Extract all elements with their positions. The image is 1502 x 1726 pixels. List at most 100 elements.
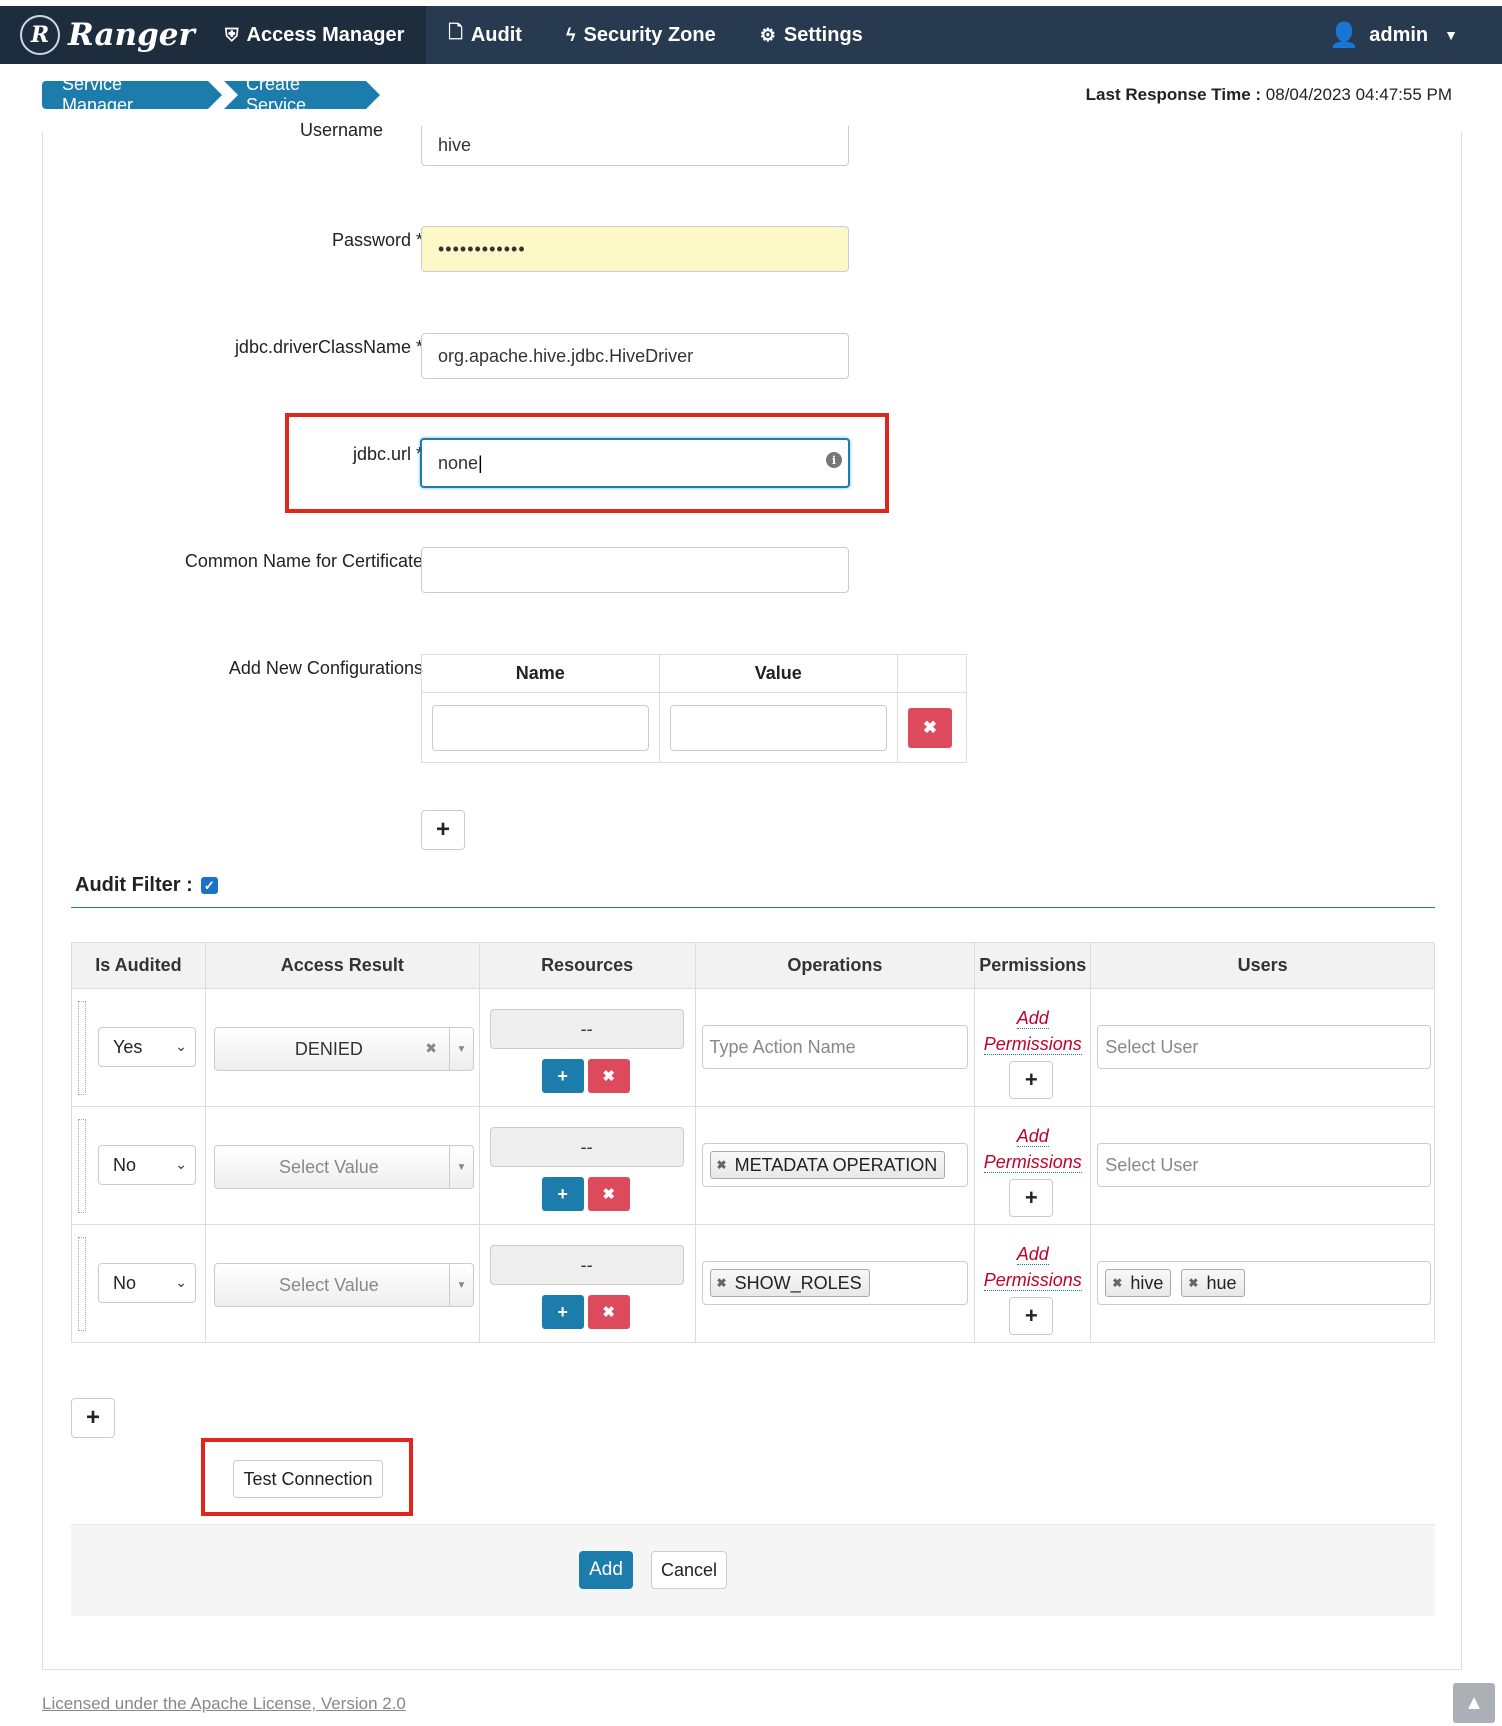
remove-resource-button[interactable]: ✖ [587,1295,630,1329]
add-permissions-link[interactable]: Add Permissions [975,1241,1090,1293]
add-audit-filter-button[interactable]: + [71,1398,115,1438]
info-icon[interactable]: i [826,452,842,468]
users-input[interactable]: Select User [1097,1143,1432,1187]
tag-remove-icon[interactable]: ✖ [1188,1276,1198,1290]
drag-handle[interactable] [78,1237,86,1331]
access-result-select[interactable]: Select Value ▼ [213,1263,474,1307]
is-audited-select[interactable]: No ⌄ [98,1263,196,1303]
add-permission-button[interactable]: + [1009,1061,1054,1099]
users-input[interactable]: Select User [1097,1025,1432,1069]
is-audited-select[interactable]: No ⌄ [98,1145,196,1185]
audit-filter-divider [71,907,1435,908]
drag-handle[interactable] [78,1001,86,1095]
common-name-input[interactable] [421,547,849,593]
remove-resource-button[interactable]: ✖ [587,1059,630,1093]
audit-filter-checkbox[interactable]: ✓ [200,877,218,894]
col-users: Users [1090,942,1435,989]
is-audited-cell: No ⌄ [71,1224,206,1343]
new-config-col-value: Value [658,654,898,693]
clear-icon[interactable]: ✖ [425,1040,437,1057]
top-navbar: R Ranger ⛨ Access Manager 🗋 Audit ϟ Secu… [0,6,1502,64]
add-permissions-link[interactable]: Add Permissions [975,1005,1090,1057]
nav-access-manager[interactable]: ⛨ Access Manager [203,6,427,64]
username-input[interactable]: hive [421,126,849,166]
brand-name: Ranger [68,17,195,53]
nav-settings-label: Settings [783,23,863,46]
cancel-button[interactable]: Cancel [651,1551,727,1589]
new-config-action-cell: ✖ [897,692,967,763]
new-config-value-input[interactable] [669,704,887,751]
access-result-select[interactable]: Select Value ▼ [213,1145,474,1189]
jdbc-url-value: none [438,452,479,473]
add-resource-button[interactable]: + [541,1295,584,1329]
add-resource-button[interactable]: + [541,1177,584,1211]
add-permission-button[interactable]: + [1009,1297,1054,1335]
resources-cell: -- + ✖ [478,988,696,1107]
is-audited-cell: No ⌄ [71,1106,206,1225]
add-permission-button[interactable]: + [1009,1179,1054,1217]
is-audited-select[interactable]: Yes ⌄ [98,1027,196,1067]
jdbc-driver-input[interactable]: org.apache.hive.jdbc.HiveDriver [421,333,849,379]
nav-security-zone[interactable]: ϟ Security Zone [544,6,738,64]
brand[interactable]: R Ranger [0,6,203,64]
drag-handle[interactable] [78,1119,86,1213]
user-menu[interactable]: 👤 admin ▼ [1329,21,1502,50]
nav-access-manager-label: Access Manager [246,23,405,46]
operations-input[interactable]: ✖ SHOW_ROLES [701,1261,968,1305]
nav-audit-label: Audit [470,23,522,46]
resource-box[interactable]: -- [489,1127,684,1167]
test-connection-button[interactable]: Test Connection [233,1460,383,1498]
users-input[interactable]: ✖ hive ✖ hue [1097,1261,1432,1305]
new-config-col-action [897,654,967,693]
breadcrumb-create-service[interactable]: Create Service [224,74,380,115]
users-cell: Select User [1090,988,1435,1107]
users-cell: Select User [1090,1106,1435,1225]
resources-cell: -- + ✖ [478,1106,696,1225]
remove-config-button[interactable]: ✖ [908,707,952,748]
tag-remove-icon[interactable]: ✖ [717,1158,727,1172]
operations-cell: Type Action Name [694,988,976,1107]
user-tag-label: hue [1206,1272,1237,1293]
tag-remove-icon[interactable]: ✖ [717,1276,727,1290]
access-result-cell: Select Value ▼ [204,1224,480,1343]
file-icon: 🗋 [448,22,463,42]
access-result-cell: Select Value ▼ [204,1106,480,1225]
breadcrumb-service-manager[interactable]: Service Manager [42,74,222,115]
new-config-name-input[interactable] [432,704,649,751]
table-row: No ⌄ Select Value ▼ -- + ✖ ✖ METADATA OPERA… [71,1106,1435,1225]
tag-remove-icon[interactable]: ✖ [1112,1276,1122,1290]
users-cell: ✖ hive ✖ hue [1090,1224,1435,1343]
jdbc-driver-label: jdbc.driverClassName * [234,337,423,357]
add-permissions-link[interactable]: Add Permissions [975,1123,1090,1175]
access-result-select[interactable]: DENIED ✖ ▼ [213,1027,474,1071]
license-link[interactable]: Licensed under the Apache License, Versi… [42,1694,406,1714]
nav-settings[interactable]: ⚙ Settings [738,6,885,64]
add-config-button[interactable]: + [421,810,465,850]
chevron-down-icon: ⌄ [175,1274,187,1290]
password-label: Password * [331,230,423,250]
last-response-time: Last Response Time : 08/04/2023 04:47:55… [1086,85,1452,105]
remove-resource-button[interactable]: ✖ [587,1177,630,1211]
username-label: Username [203,120,383,142]
audit-filter-title-text: Audit Filter : [75,874,193,896]
access-result-value: Select Value [279,1274,379,1295]
audit-filter-table: Is Audited Access Result Resources Opera… [71,942,1435,1343]
nav-audit[interactable]: 🗋 Audit [426,6,544,64]
access-result-value: DENIED [294,1038,363,1059]
operations-input[interactable]: ✖ METADATA OPERATION [701,1143,968,1187]
scroll-to-top-icon[interactable]: ▲ [1453,1683,1495,1723]
password-input[interactable]: •••••••••••• [421,226,849,272]
operations-input[interactable]: Type Action Name [701,1025,968,1069]
jdbc-url-input[interactable]: none | i [420,438,850,488]
resource-box[interactable]: -- [489,1009,684,1049]
new-config-value-cell [658,692,898,763]
ranger-logo-icon: R [20,15,60,55]
add-button[interactable]: Add [579,1551,633,1589]
add-resource-button[interactable]: + [541,1059,584,1093]
form-actions: Add Cancel [71,1524,1435,1616]
user-icon: 👤 [1329,21,1360,49]
breadcrumb: Service Manager Create Service [42,74,380,115]
shield-icon: ⛨ [225,24,239,45]
last-response-value: 08/04/2023 04:47:55 PM [1265,85,1452,104]
resource-box[interactable]: -- [489,1245,684,1285]
